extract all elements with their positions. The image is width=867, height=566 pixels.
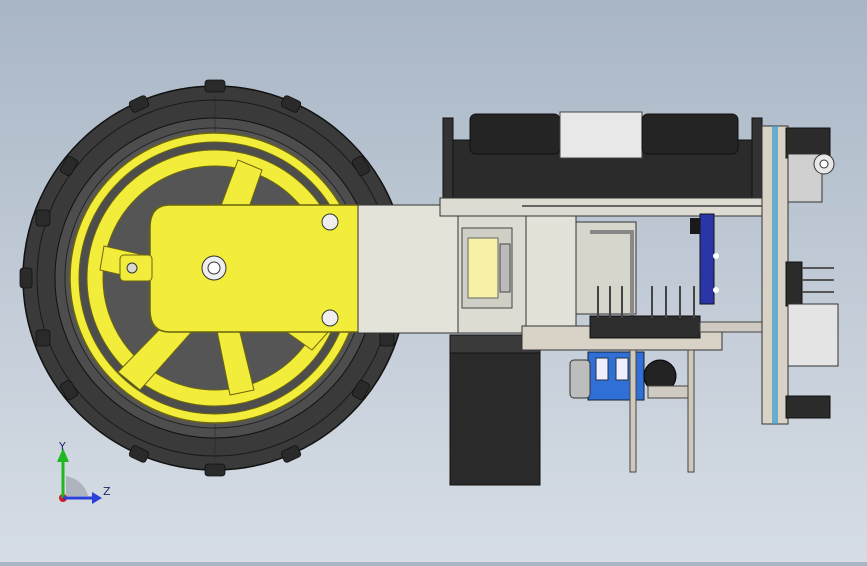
axis-z-label: Z xyxy=(103,485,111,498)
cad-viewport[interactable]: Y Z xyxy=(0,0,867,562)
gear-motor xyxy=(357,204,637,334)
triad-arrows xyxy=(57,448,102,504)
front-board xyxy=(761,125,839,425)
robot-assembly-model[interactable] xyxy=(0,0,867,562)
battery-holder xyxy=(442,111,768,199)
coordinate-triad: Y Z xyxy=(44,436,124,508)
lower-motor-block xyxy=(449,334,541,486)
axis-y-label: Y xyxy=(59,440,66,453)
motor-mount-plate xyxy=(119,204,361,333)
